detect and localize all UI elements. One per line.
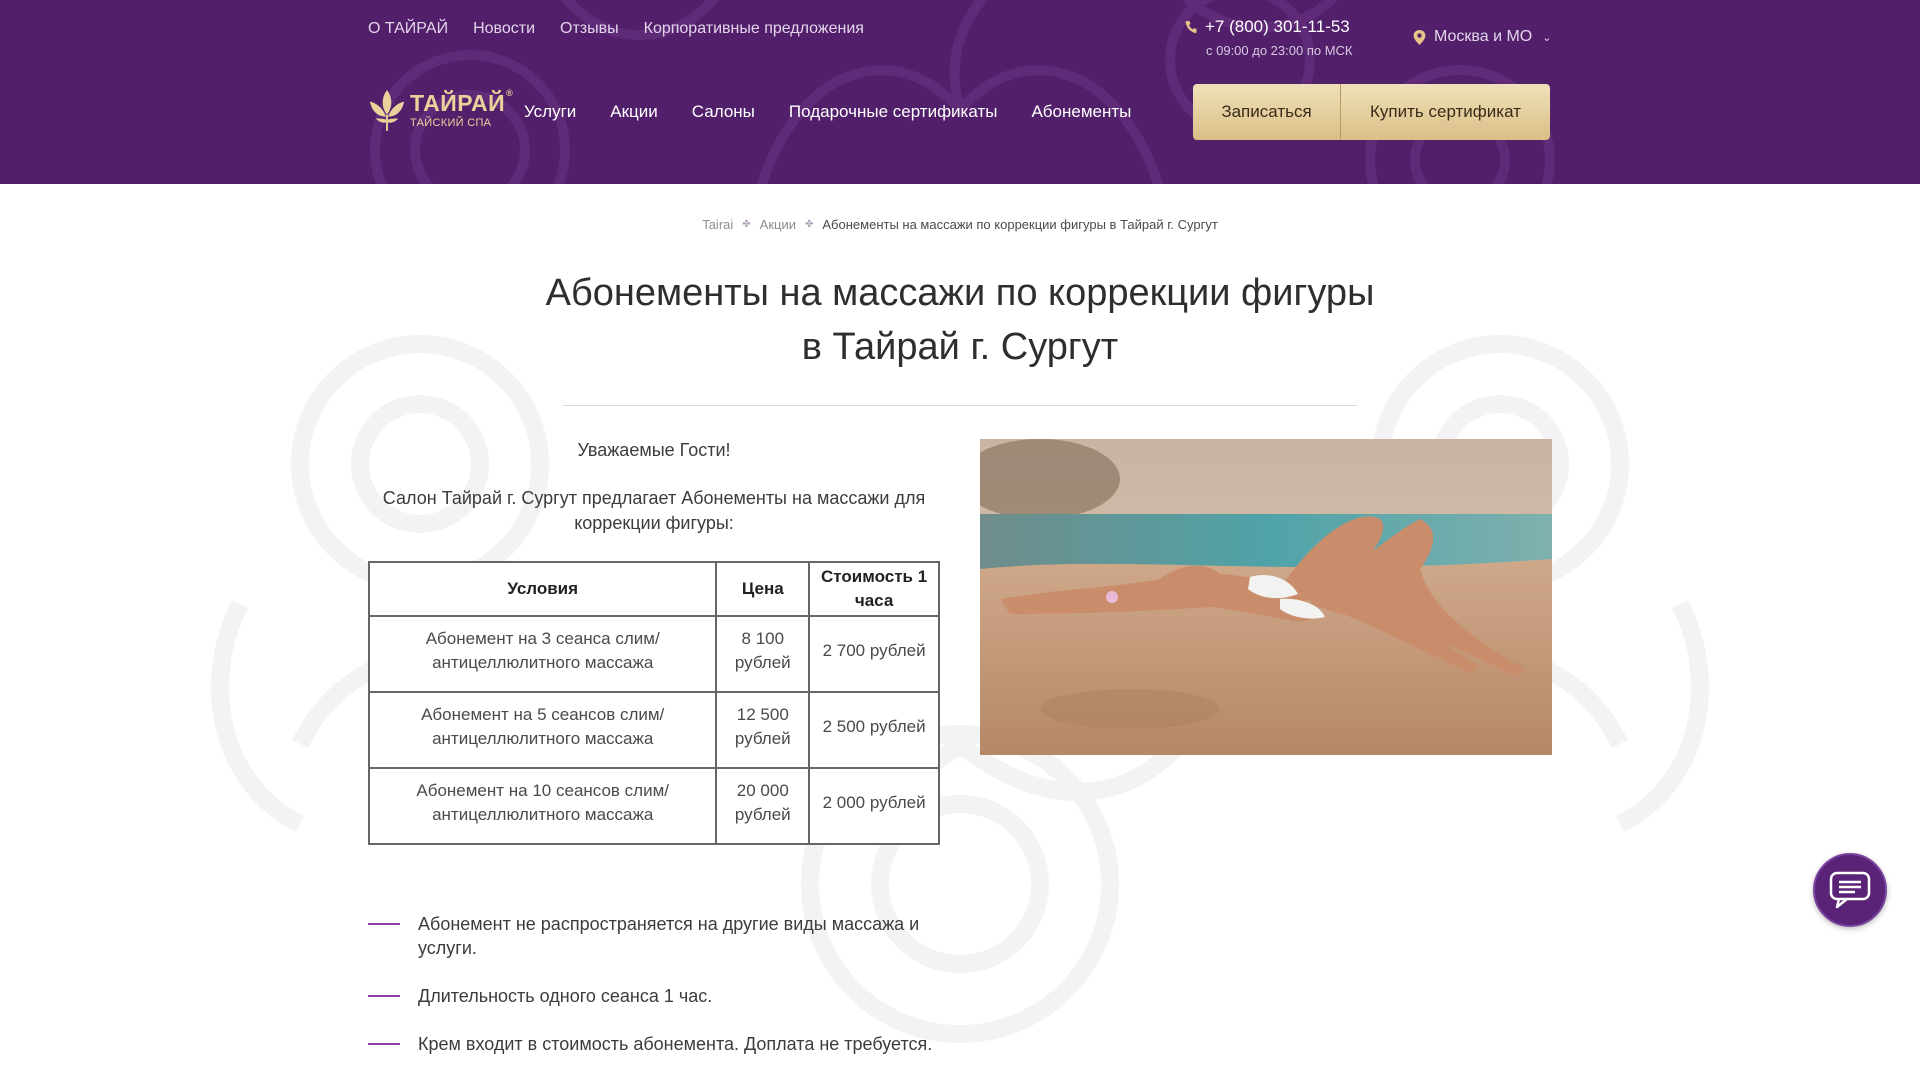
nav-services[interactable]: Услуги — [524, 100, 576, 124]
header-buttons: Записаться Купить сертификат — [1193, 84, 1550, 140]
table-cell-conditions: Абонемент на 5 сеансов слим/ антицеллюли… — [367, 691, 718, 769]
phone-link[interactable]: +7 (800) 301-11-53 — [1185, 16, 1353, 38]
site-header: О ТАЙРАЙ Новости Отзывы Корпоративные пр… — [0, 0, 1920, 184]
title-divider — [563, 405, 1357, 406]
region-label: Москва и МО — [1434, 28, 1533, 45]
table-header-price: Цена — [715, 561, 811, 617]
table-row: Абонемент на 5 сеансов слим/ антицеллюли… — [367, 691, 940, 769]
phone-number: +7 (800) 301-11-53 — [1205, 17, 1350, 36]
table-cell-hour-cost: 2 000 рублей — [808, 767, 940, 845]
price-table: Условия Цена Стоимость 1 часа Абонемент … — [367, 561, 940, 845]
page-title-line2: в Тайрай г. Сургут — [801, 326, 1119, 368]
chat-widget-button[interactable] — [1813, 853, 1887, 927]
page-title-line1: Абонементы на массажи по коррекции фигур… — [545, 272, 1375, 314]
nav-gift-certificates[interactable]: Подарочные сертификаты — [789, 100, 998, 124]
leaf-separator-icon: ✤ — [805, 219, 814, 230]
chat-bubble-icon — [1829, 871, 1871, 909]
table-cell-price: 8 100 рублей — [715, 615, 811, 693]
table-row: Абонемент на 10 сеансов слим/ антицеллюл… — [367, 767, 940, 845]
greeting: Уважаемые Гости! — [577, 440, 731, 460]
table-row: Абонемент на 3 сеанса слим/ антицеллюлит… — [367, 615, 940, 693]
breadcrumb-current: Абонементы на массажи по коррекции фигур… — [822, 217, 1218, 232]
region-selector[interactable]: Москва и МО ⌄ — [1413, 28, 1551, 46]
buy-certificate-button[interactable]: Купить сертификат — [1341, 84, 1550, 140]
breadcrumb-home[interactable]: Tairai — [702, 217, 733, 232]
dash-marker — [368, 1043, 400, 1045]
table-cell-price: 20 000 рублей — [715, 767, 811, 845]
list-item: Крем входит в стоимость абонемента. Допл… — [368, 1032, 968, 1056]
notes-list: Абонемент не распространяется на другие … — [368, 912, 968, 1080]
promo-photo — [980, 439, 1552, 755]
table-header-hour-cost: Стоимость 1 часа — [808, 561, 940, 617]
leaf-separator-icon: ✤ — [742, 219, 751, 230]
top-link-about[interactable]: О ТАЙРАЙ — [368, 18, 448, 40]
breadcrumb: Tairai ✤ Акции ✤ Абонементы на массажи п… — [0, 217, 1920, 232]
table-cell-hour-cost: 2 700 рублей — [808, 615, 940, 693]
beach-photo-illustration — [980, 439, 1552, 755]
signup-button[interactable]: Записаться — [1193, 84, 1341, 140]
dash-marker — [368, 995, 400, 997]
main-nav: Услуги Акции Салоны Подарочные сертифика… — [524, 100, 1131, 124]
table-cell-conditions: Абонемент на 3 сеанса слим/ антицеллюлит… — [367, 615, 718, 693]
top-link-reviews[interactable]: Отзывы — [560, 18, 619, 40]
table-cell-conditions: Абонемент на 10 сеансов слим/ антицеллюл… — [367, 767, 718, 845]
location-pin-icon — [1413, 29, 1426, 45]
logo-text: ТАЙРАЙ ® ТАЙСКИЙ СПА — [410, 87, 514, 129]
top-link-corporate[interactable]: Корпоративные предложения — [644, 18, 864, 40]
intro-text: Уважаемые Гости! Салон Тайрай г. Сургут … — [368, 438, 940, 559]
chevron-down-icon: ⌄ — [1542, 31, 1552, 44]
phone-block: +7 (800) 301-11-53 с 09:00 до 23:00 по М… — [1185, 16, 1353, 58]
list-item: Длительность одного сеанса 1 час. — [368, 984, 968, 1008]
page-title: Абонементы на массажи по коррекции фигур… — [540, 266, 1380, 374]
dash-marker — [368, 923, 400, 925]
logo-subtitle: ТАЙСКИЙ СПА — [410, 116, 492, 129]
site-logo[interactable]: ТАЙРАЙ ® ТАЙСКИЙ СПА — [368, 87, 514, 132]
nav-subscriptions[interactable]: Абонементы — [1031, 100, 1131, 124]
header-ornament — [370, 0, 1555, 184]
phone-icon — [1185, 21, 1197, 34]
table-cell-hour-cost: 2 500 рублей — [808, 691, 940, 769]
breadcrumb-promotions[interactable]: Акции — [760, 217, 796, 232]
table-cell-price: 12 500 рублей — [715, 691, 811, 769]
lotus-logo-icon — [369, 90, 405, 131]
nav-promotions[interactable]: Акции — [610, 100, 658, 124]
table-header-conditions: Условия — [367, 561, 718, 617]
top-link-news[interactable]: Новости — [473, 18, 535, 40]
intro-paragraph: Салон Тайрай г. Сургут предлагает Абонем… — [382, 488, 926, 533]
list-item: Абонемент не распространяется на другие … — [368, 912, 968, 960]
table-header-row: Условия Цена Стоимость 1 часа — [367, 561, 940, 617]
working-hours: с 09:00 до 23:00 по МСК — [1206, 43, 1353, 58]
nav-salons[interactable]: Салоны — [692, 100, 755, 124]
top-nav: О ТАЙРАЙ Новости Отзывы Корпоративные пр… — [368, 18, 864, 40]
logo-name: ТАЙРАЙ ® — [410, 87, 514, 116]
